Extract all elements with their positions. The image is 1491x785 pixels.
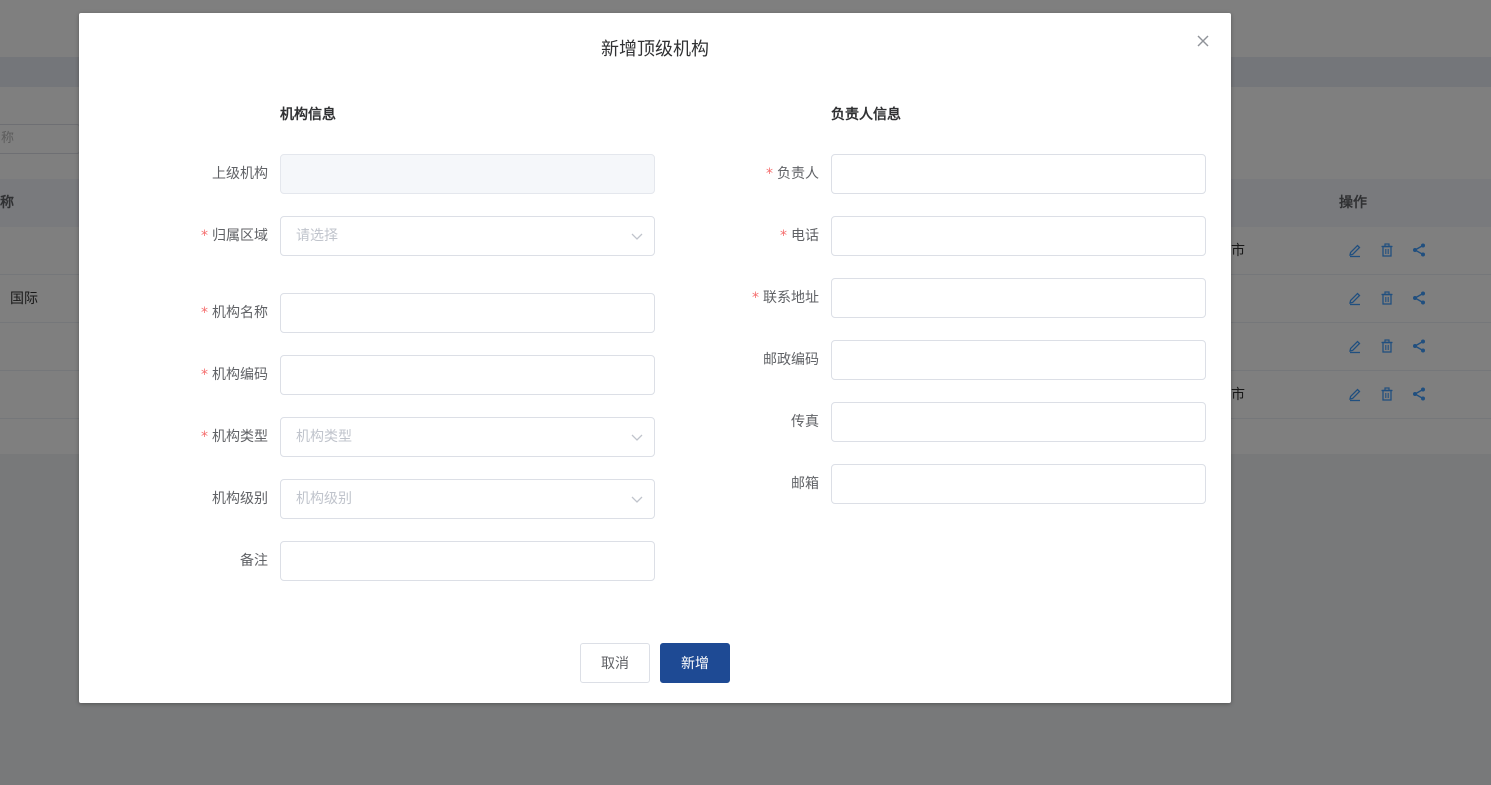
required-mark: * [780, 228, 787, 244]
region-select[interactable]: 请选择 [280, 216, 655, 256]
label-email: 邮箱 [791, 476, 819, 492]
label-manager: * 负责人 [766, 166, 819, 182]
remark-input[interactable] [280, 541, 655, 581]
region-select-placeholder: 请选择 [296, 228, 338, 244]
label-fax: 传真 [791, 414, 819, 430]
label-remark: 备注 [240, 553, 268, 569]
label-parent-org: 上级机构 [212, 166, 268, 182]
required-mark: * [201, 305, 208, 321]
close-icon[interactable] [1195, 33, 1211, 49]
email-input[interactable] [831, 464, 1206, 504]
required-mark: * [752, 290, 759, 306]
org-name-input[interactable] [280, 293, 655, 333]
dialog-title: 新增顶级机构 [601, 39, 709, 60]
required-mark: * [201, 228, 208, 244]
add-org-dialog: 新增顶级机构 机构信息 负责人信息 上级机构 * 归属区域 请选择 * 机构名称 *… [79, 13, 1231, 703]
required-mark: * [201, 367, 208, 383]
org-code-input[interactable] [280, 355, 655, 395]
postcode-input[interactable] [831, 340, 1206, 380]
address-input[interactable] [831, 278, 1206, 318]
label-org-level: 机构级别 [212, 491, 268, 507]
label-phone: * 电话 [780, 228, 819, 244]
label-org-type: * 机构类型 [201, 429, 268, 445]
org-type-select-placeholder: 机构类型 [296, 429, 352, 445]
parent-org-input [280, 154, 655, 194]
org-type-select[interactable]: 机构类型 [280, 417, 655, 457]
cancel-button[interactable]: 取消 [580, 643, 650, 683]
org-level-select[interactable]: 机构级别 [280, 479, 655, 519]
manager-input[interactable] [831, 154, 1206, 194]
label-org-name: * 机构名称 [201, 305, 268, 321]
submit-button[interactable]: 新增 [660, 643, 730, 683]
phone-input[interactable] [831, 216, 1206, 256]
label-region: * 归属区域 [201, 228, 268, 244]
required-mark: * [201, 429, 208, 445]
fax-input[interactable] [831, 402, 1206, 442]
label-org-code: * 机构编码 [201, 367, 268, 383]
label-address: * 联系地址 [752, 290, 819, 306]
section-title-org-info: 机构信息 [280, 107, 336, 123]
required-mark: * [766, 166, 773, 182]
section-title-manager-info: 负责人信息 [831, 107, 901, 123]
org-level-select-placeholder: 机构级别 [296, 491, 352, 507]
label-postcode: 邮政编码 [763, 352, 819, 368]
